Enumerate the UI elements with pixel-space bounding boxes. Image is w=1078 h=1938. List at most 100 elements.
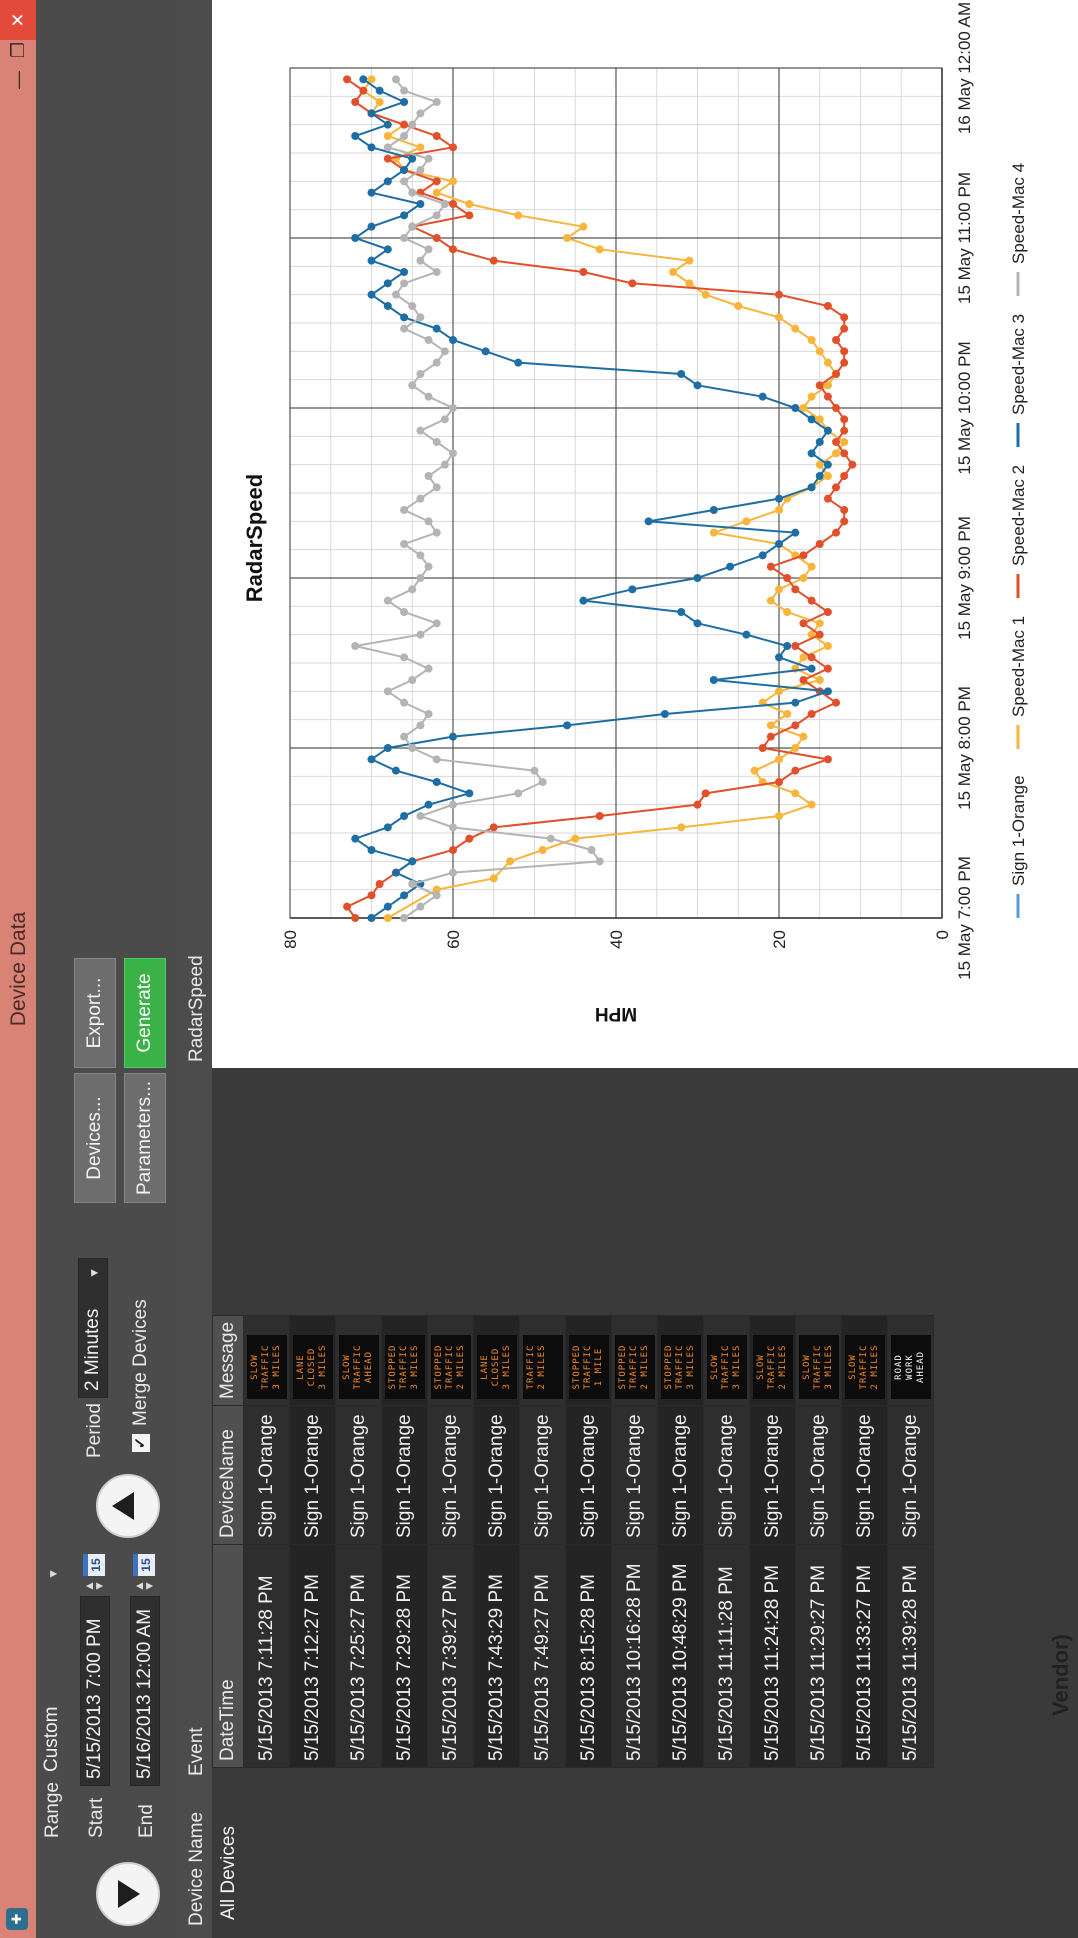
close-button[interactable]: ✕: [0, 0, 36, 40]
data-point: [400, 540, 409, 548]
table-row[interactable]: 5/15/2013 8:15:28 PM Sign 1-Orange STOPPED…: [565, 1315, 612, 1768]
generate-button[interactable]: Generate: [124, 958, 166, 1068]
data-point: [563, 721, 572, 730]
device-data-window: ✚ Device Data — ❐ ✕ Range Custom ▼ Start…: [0, 0, 1078, 1938]
y-tick-label: 40: [607, 930, 626, 949]
data-point: [383, 245, 392, 254]
end-datetime-field[interactable]: 5/16/2013 12:00 AM: [130, 1596, 160, 1786]
start-datetime-field[interactable]: 5/15/2013 7:00 PM: [80, 1596, 110, 1786]
data-point: [823, 664, 832, 673]
data-point: [791, 642, 800, 650]
column-header-devicename[interactable]: DeviceName: [212, 1405, 244, 1545]
data-point: [449, 449, 457, 458]
start-calendar-icon[interactable]: 15: [83, 1554, 105, 1576]
cell-devicename: Sign 1-Orange: [335, 1405, 382, 1545]
end-label: End: [136, 1804, 157, 1838]
table-row[interactable]: 5/15/2013 10:16:28 PM Sign 1-Orange STOPPE…: [611, 1315, 658, 1768]
parameters-button[interactable]: Parameters...: [124, 1073, 166, 1203]
y-tick-label: 80: [281, 930, 300, 949]
table-row[interactable]: 5/15/2013 10:48:29 PM Sign 1-Orange STOPPE…: [657, 1315, 704, 1768]
start-spinner[interactable]: ▲ ▼: [82, 1580, 106, 1592]
data-point: [383, 902, 392, 911]
data-point: [823, 687, 832, 696]
cell-datetime: 5/15/2013 11:29:27 PM: [795, 1544, 842, 1768]
data-point: [823, 392, 832, 401]
legend-label: Speed-Mac 1: [1009, 616, 1028, 717]
data-point: [815, 619, 824, 628]
legend-label: Speed-Mac 3: [1009, 314, 1028, 415]
data-point: [644, 517, 653, 526]
cell-datetime: 5/15/2013 11:24:28 PM: [749, 1544, 796, 1768]
previous-period-button[interactable]: [96, 1862, 160, 1926]
table-row[interactable]: 5/15/2013 7:29:28 PM Sign 1-Orange STOPPED…: [381, 1315, 428, 1768]
table-row[interactable]: 5/15/2013 11:11:28 PM Sign 1-Orange SLOW T…: [703, 1315, 750, 1768]
data-point: [367, 846, 376, 854]
end-spinner[interactable]: ▲ ▼: [132, 1580, 156, 1592]
data-point: [400, 914, 409, 922]
data-point: [815, 540, 824, 548]
radarspeed-chart: 0 20 40 60 80 15 May 7:00 PM 15 May 8:00 PM 15 …: [242, 2, 1028, 1024]
table-row[interactable]: 5/15/2013 7:49:27 PM Sign 1-Orange TRAFFIC…: [519, 1315, 566, 1768]
data-point: [775, 313, 783, 322]
table-row[interactable]: 5/15/2013 7:11:28 PM Sign 1-Orange SLOW TR…: [243, 1315, 290, 1768]
table-row[interactable]: 5/15/2013 11:29:27 PM Sign 1-Orange SLOW T…: [795, 1315, 842, 1768]
data-point: [465, 834, 474, 843]
data-point: [832, 438, 841, 446]
data-point: [449, 823, 457, 832]
data-point: [449, 732, 457, 741]
data-point: [424, 336, 433, 344]
table-row[interactable]: 5/15/2013 7:12:27 PM Sign 1-Orange LANE CL…: [289, 1315, 336, 1768]
data-point: [383, 596, 392, 605]
range-select[interactable]: Custom ▼: [38, 1558, 68, 1778]
device-item-all-devices[interactable]: All Devices: [214, 1788, 244, 1938]
data-point: [783, 710, 792, 718]
triangle-down-icon: [118, 1880, 140, 1908]
sign-message-preview: LANE CLOSED 3 MILES: [292, 1335, 333, 1399]
data-point: [375, 98, 384, 106]
data-point: [351, 98, 360, 106]
data-point: [693, 619, 702, 628]
data-point: [709, 528, 718, 537]
data-point: [440, 460, 449, 469]
table-row[interactable]: 5/15/2013 7:39:27 PM Sign 1-Orange STOPPED…: [427, 1315, 474, 1768]
data-point: [383, 823, 392, 832]
data-point: [416, 630, 425, 639]
column-header-message[interactable]: Message: [212, 1315, 244, 1406]
period-select[interactable]: 2 Minutes ▼: [78, 1258, 108, 1398]
data-point: [489, 823, 498, 832]
data-point: [832, 483, 841, 492]
data-point: [726, 562, 735, 571]
event-table-body: 5/15/2013 7:11:28 PM Sign 1-Orange SLOW TR…: [243, 1315, 934, 1768]
export-button[interactable]: Export...: [74, 958, 116, 1068]
data-point: [440, 200, 449, 208]
data-point: [693, 800, 702, 809]
data-point: [693, 574, 702, 582]
chart-title: RadarSpeed: [242, 474, 267, 602]
merge-devices-checkbox[interactable]: ✓: [132, 1434, 150, 1452]
table-row[interactable]: 5/15/2013 11:39:28 PM Sign 1-Orange ROAD W…: [887, 1315, 934, 1768]
table-row[interactable]: 5/15/2013 7:43:29 PM Sign 1-Orange LANE CL…: [473, 1315, 520, 1768]
data-point: [807, 449, 816, 458]
data-point: [432, 619, 441, 628]
cell-datetime: 5/15/2013 8:15:28 PM: [565, 1544, 612, 1768]
cell-devicename: Sign 1-Orange: [519, 1405, 566, 1545]
data-point: [815, 472, 824, 480]
cell-datetime: 5/15/2013 10:16:28 PM: [611, 1544, 658, 1768]
data-point: [432, 234, 441, 242]
x-tick-label: 15 May 11:00 PM: [955, 172, 974, 304]
table-row[interactable]: 5/15/2013 11:33:27 PM Sign 1-Orange SLOW T…: [841, 1315, 888, 1768]
table-row[interactable]: 5/15/2013 11:24:28 PM Sign 1-Orange SLOW T…: [749, 1315, 796, 1768]
end-calendar-icon[interactable]: 15: [133, 1554, 155, 1576]
data-point: [766, 596, 775, 605]
data-point: [408, 222, 417, 231]
column-header-datetime[interactable]: DateTime: [212, 1544, 244, 1768]
data-point: [351, 642, 360, 650]
data-point: [343, 902, 352, 911]
tab-radarspeed[interactable]: RadarSpeed: [182, 0, 212, 1068]
tab-event[interactable]: Event: [182, 1068, 212, 1788]
data-point: [400, 506, 409, 514]
devices-button[interactable]: Devices...: [74, 1073, 116, 1203]
table-row[interactable]: 5/15/2013 7:25:27 PM Sign 1-Orange SLOW TR…: [335, 1315, 382, 1768]
cell-message: TRAFFIC 2 MILES: [519, 1315, 566, 1406]
next-period-button[interactable]: [96, 1474, 160, 1538]
